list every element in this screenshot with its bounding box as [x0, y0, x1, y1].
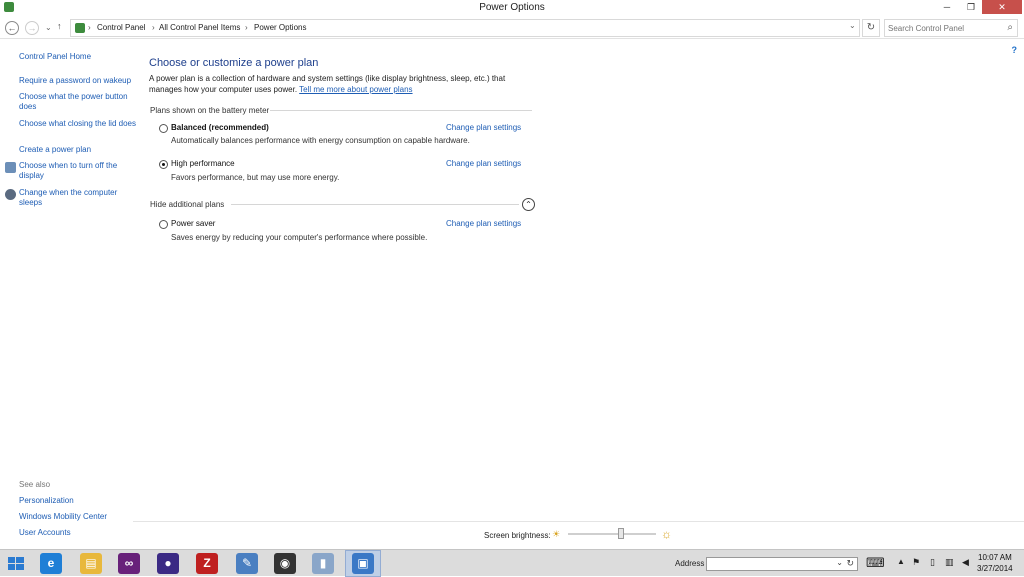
internet-explorer-icon[interactable]: e	[40, 553, 62, 574]
breadcrumb-separator: ›	[152, 23, 155, 32]
display-icon	[5, 162, 16, 173]
breadcrumb-all-items[interactable]: All Control Panel Items	[159, 23, 240, 32]
sidebar-item-computer-sleeps[interactable]: Change when the computer sleeps	[19, 188, 137, 208]
high-performance-radio[interactable]	[159, 160, 168, 169]
volume-icon[interactable]: ◀	[962, 557, 969, 568]
collapse-icon[interactable]: ⌃	[522, 198, 535, 211]
breadcrumb-control-panel[interactable]: Control Panel	[97, 23, 145, 32]
taskbar-address-label: Address	[675, 559, 705, 568]
address-dropdown-icon[interactable]: ⌄	[836, 558, 843, 567]
windows-logo-icon[interactable]	[8, 557, 24, 571]
bright-sun-icon: ☼	[661, 527, 672, 541]
help-icon[interactable]: ?	[1012, 45, 1018, 55]
page-title: Choose or customize a power plan	[149, 57, 319, 69]
filezilla-icon[interactable]: Z	[196, 553, 218, 574]
breadcrumb-separator: ›	[245, 23, 248, 32]
page-description: A power plan is a collection of hardware…	[149, 74, 519, 95]
power-saver-plan-name[interactable]: Power saver	[171, 219, 215, 228]
section-divider	[270, 110, 532, 111]
maximize-button[interactable]: ❐	[958, 0, 984, 14]
section-divider	[231, 204, 519, 205]
taskbar-address-box[interactable]: ⌄ ↻	[706, 557, 858, 571]
balanced-radio[interactable]	[159, 124, 168, 133]
eclipse-icon[interactable]: ●	[157, 553, 179, 574]
clock-time[interactable]: 10:07 AM	[978, 553, 1012, 562]
chevron-down-icon[interactable]: ⌄	[849, 21, 856, 30]
battery-meter-heading: Plans shown on the battery meter	[150, 106, 270, 115]
refresh-button[interactable]: ↻	[862, 19, 880, 37]
power-saver-radio[interactable]	[159, 220, 168, 229]
file-explorer-icon[interactable]: ▤	[80, 553, 102, 574]
up-button[interactable]: ↑	[57, 21, 62, 31]
search-icon[interactable]: ⌕	[1007, 22, 1013, 33]
balanced-plan-name[interactable]: Balanced (recommended)	[171, 123, 269, 132]
keyboard-icon[interactable]: ⌨	[866, 555, 885, 571]
address-refresh-icon[interactable]: ↻	[846, 558, 854, 569]
brightness-slider-track[interactable]	[568, 533, 656, 535]
network-icon[interactable]: ▥	[945, 557, 954, 568]
bottom-divider	[133, 521, 1024, 522]
document-app-icon[interactable]: ▮	[312, 553, 334, 574]
sidebar-item-password-wakeup[interactable]: Require a password on wakeup	[19, 76, 137, 86]
address-bar: ← → ⌄ ↑ › Control Panel › All Control Pa…	[0, 17, 1024, 39]
high-performance-plan-name[interactable]: High performance	[171, 159, 235, 168]
recent-pages-dropdown-icon[interactable]: ⌄	[45, 23, 52, 32]
balanced-change-settings-link[interactable]: Change plan settings	[446, 123, 521, 132]
power-saver-change-settings-link[interactable]: Change plan settings	[446, 219, 521, 228]
brightness-label: Screen brightness:	[484, 531, 551, 540]
power-saver-plan-desc: Saves energy by reducing your computer's…	[171, 233, 428, 242]
sidebar-item-power-button[interactable]: Choose what the power button does	[19, 92, 137, 112]
camera-app-icon[interactable]: ◉	[274, 553, 296, 574]
visual-studio-icon[interactable]: ∞	[118, 553, 140, 574]
sidebar-item-create-plan[interactable]: Create a power plan	[19, 145, 137, 155]
battery-icon[interactable]: ▯	[930, 557, 935, 568]
high-performance-plan-desc: Favors performance, but may use more ene…	[171, 173, 340, 182]
title-bar: Power Options ─ ❐ ✕	[0, 0, 1024, 16]
mobility-center-link[interactable]: Windows Mobility Center	[19, 512, 137, 522]
learn-more-link[interactable]: Tell me more about power plans	[299, 85, 412, 94]
back-button[interactable]: ←	[5, 21, 19, 35]
control-panel-home-link[interactable]: Control Panel Home	[19, 52, 137, 62]
personalization-link[interactable]: Personalization	[19, 496, 137, 506]
clock-date[interactable]: 3/27/2014	[977, 564, 1013, 573]
breadcrumb[interactable]: › Control Panel › All Control Panel Item…	[70, 19, 860, 37]
breadcrumb-power-options[interactable]: Power Options	[254, 23, 306, 32]
hide-additional-plans-heading[interactable]: Hide additional plans	[150, 200, 224, 209]
taskbar: e ▤ ∞ ● Z ✎ ◉ ▮ ▣ Address ⌄ ↻ ⌨ ▲ ⚑ ▯ ▥ ◀ 10:07 …	[0, 549, 1024, 577]
minimize-button[interactable]: ─	[934, 0, 960, 14]
sidebar-item-turn-off-display[interactable]: Choose when to turn off the display	[19, 161, 137, 181]
search-box[interactable]: ⌕	[884, 19, 1018, 37]
high-performance-change-settings-link[interactable]: Change plan settings	[446, 159, 521, 168]
taskbar-address-input[interactable]	[707, 558, 835, 570]
forward-button[interactable]: →	[25, 21, 39, 35]
user-accounts-link[interactable]: User Accounts	[19, 528, 137, 538]
show-hidden-icons-icon[interactable]: ▲	[897, 557, 905, 566]
control-panel-breadcrumb-icon	[75, 23, 85, 33]
window-title: Power Options	[479, 2, 545, 13]
sidebar-item-closing-lid[interactable]: Choose what closing the lid does	[19, 119, 137, 129]
close-button[interactable]: ✕	[982, 0, 1022, 14]
see-also-heading: See also	[19, 480, 51, 489]
dim-sun-icon: ☀	[552, 529, 561, 539]
notepad-icon[interactable]: ✎	[236, 553, 258, 574]
balanced-plan-desc: Automatically balances performance with …	[171, 136, 470, 145]
control-panel-taskbar-icon[interactable]: ▣	[352, 553, 374, 574]
action-center-flag-icon[interactable]: ⚑	[912, 557, 920, 568]
breadcrumb-separator: ›	[88, 23, 91, 32]
brightness-slider-thumb[interactable]	[617, 528, 624, 539]
search-input[interactable]	[888, 21, 998, 35]
moon-icon	[5, 189, 16, 200]
